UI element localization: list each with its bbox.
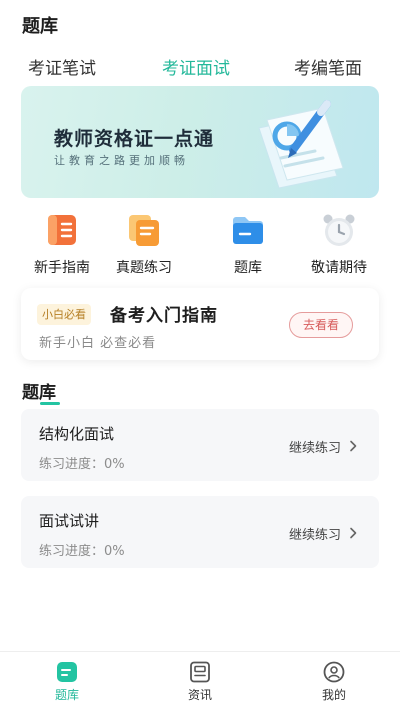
quick-link-label: 题库 bbox=[234, 260, 262, 276]
notebook-icon bbox=[48, 215, 76, 245]
banner-subtitle: 让教育之路更加顺畅 bbox=[54, 154, 189, 167]
quick-link-coming-soon[interactable]: 敬请期待 bbox=[299, 212, 379, 278]
alarm-clock-icon bbox=[323, 214, 355, 246]
nav-item-question-bank[interactable]: 题库 bbox=[27, 652, 107, 711]
nav-item-news[interactable]: 资讯 bbox=[160, 652, 240, 711]
bottom-nav: 题库 资讯 我的 bbox=[0, 651, 400, 711]
top-tabs: 考证笔试 考证面试 考编笔面 bbox=[0, 54, 400, 82]
quick-link-beginner-guide[interactable]: 新手指南 bbox=[22, 212, 102, 278]
continue-practice-button[interactable]: 继续练习 bbox=[289, 524, 341, 543]
profile-icon bbox=[323, 661, 345, 683]
question-bank-card-trial-lecture[interactable]: 面试试讲 练习进度：0% 继续练习 bbox=[21, 496, 379, 568]
quick-link-past-papers[interactable]: 真题练习 bbox=[104, 212, 184, 278]
nav-item-profile[interactable]: 我的 bbox=[294, 652, 374, 711]
must-read-badge: 小白必看 bbox=[37, 304, 91, 325]
guide-subtitle: 新手小白 必查必看 bbox=[39, 336, 157, 351]
view-guide-button[interactable]: 去看看 bbox=[289, 312, 353, 338]
nav-label: 资讯 bbox=[187, 688, 212, 702]
quick-link-label: 敬请期待 bbox=[311, 260, 367, 276]
quick-link-label: 新手指南 bbox=[34, 260, 90, 276]
chevron-right-icon bbox=[350, 440, 357, 452]
folder-icon bbox=[233, 217, 263, 244]
promo-banner[interactable]: 教师资格证一点通 让教育之路更加顺畅 bbox=[21, 86, 379, 198]
continue-practice-button[interactable]: 继续练习 bbox=[289, 437, 341, 456]
section-title: 题库 bbox=[22, 378, 60, 405]
question-bank-card-structured-interview[interactable]: 结构化面试 练习进度：0% 继续练习 bbox=[21, 409, 379, 481]
quick-link-label: 真题练习 bbox=[116, 260, 172, 276]
bank-name: 结构化面试 bbox=[39, 425, 115, 443]
certificate-pen-icon bbox=[258, 100, 344, 189]
question-bank-icon bbox=[57, 662, 77, 682]
nav-label: 题库 bbox=[54, 688, 79, 702]
tab-staff-exam[interactable]: 考编笔面 bbox=[294, 54, 362, 79]
beginner-guide-card[interactable]: 小白必看 备考入门指南 新手小白 必查必看 去看看 bbox=[21, 288, 379, 360]
bank-progress: 练习进度：0% bbox=[39, 544, 125, 559]
tab-written-exam[interactable]: 考证笔试 bbox=[28, 54, 96, 79]
documents-icon bbox=[129, 215, 159, 246]
tab-interview-exam[interactable]: 考证面试 bbox=[162, 54, 230, 79]
quick-link-question-bank[interactable]: 题库 bbox=[208, 212, 288, 278]
chevron-right-icon bbox=[350, 527, 357, 539]
nav-label: 我的 bbox=[321, 688, 346, 702]
news-icon bbox=[190, 661, 210, 683]
guide-title: 备考入门指南 bbox=[110, 306, 218, 326]
banner-title: 教师资格证一点通 bbox=[54, 128, 215, 150]
bank-progress: 练习进度：0% bbox=[39, 457, 125, 472]
bank-name: 面试试讲 bbox=[39, 512, 100, 530]
page-title: 题库 bbox=[22, 16, 58, 37]
